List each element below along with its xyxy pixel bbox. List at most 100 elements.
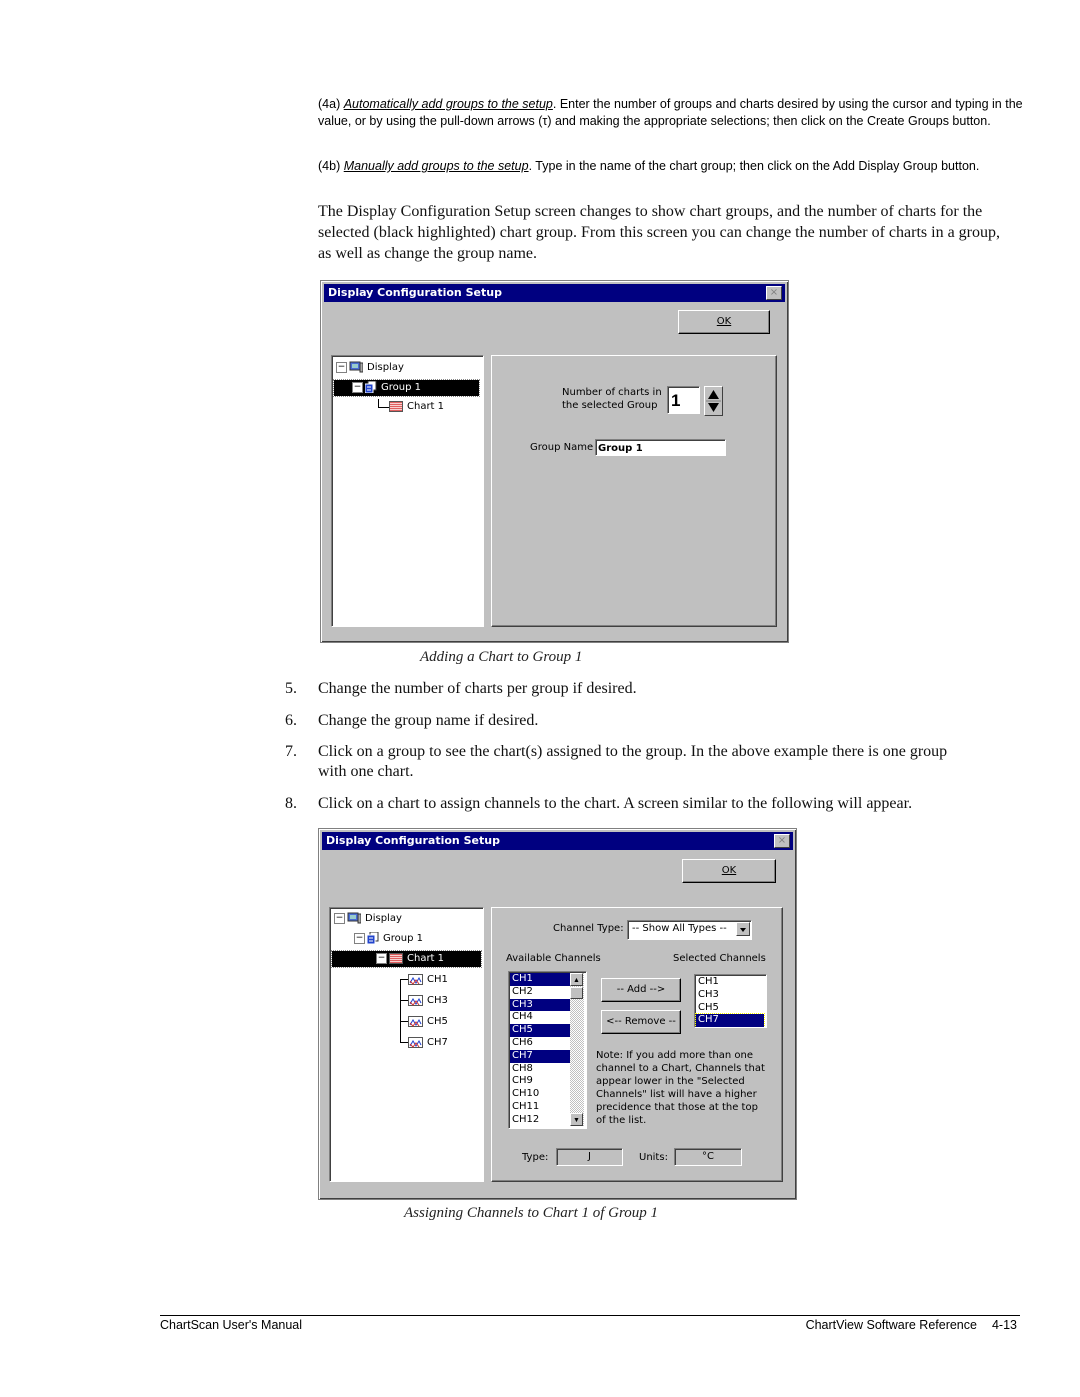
available-channel-item[interactable]: CH8 xyxy=(510,1063,570,1076)
tree-label: CH3 xyxy=(427,995,448,1006)
tree-connector-line xyxy=(400,980,401,1043)
scroll-down-button[interactable]: ▼ xyxy=(570,1113,583,1126)
close-button[interactable]: × xyxy=(774,834,790,848)
group-icon xyxy=(366,931,379,945)
tree-item-chart-1[interactable]: Chart 1 xyxy=(378,399,444,415)
tree-label: CH1 xyxy=(427,974,448,985)
auto-add-groups-link[interactable]: Automatically add groups to the setup xyxy=(344,97,553,111)
channel-icon xyxy=(408,994,423,1006)
tree-label: CH7 xyxy=(427,1037,448,1048)
display-icon xyxy=(347,912,362,924)
group-name-input[interactable]: Group 1 xyxy=(595,439,726,456)
tree-item-ch1[interactable]: CH1 xyxy=(400,972,448,988)
tree-connector xyxy=(400,1020,408,1022)
close-icon: × xyxy=(769,287,779,298)
collapse-icon[interactable]: − xyxy=(352,381,363,393)
available-channel-item[interactable]: CH2 xyxy=(510,986,570,999)
tree-connector xyxy=(400,999,408,1001)
selected-channel-item[interactable]: CH3 xyxy=(696,989,764,1002)
charts-count-label: Number of charts in the selected Group xyxy=(562,386,662,412)
tree-item-ch3[interactable]: CH3 xyxy=(400,993,448,1009)
selected-channels-label: Selected Channels xyxy=(673,953,766,964)
display-tree: − Display − Group 1 Chart 1 xyxy=(331,355,484,627)
tree-item-display[interactable]: − Display xyxy=(336,360,404,376)
selected-channel-item[interactable]: CH5 xyxy=(696,1002,764,1015)
tree-label: Display xyxy=(365,913,402,924)
channel-icon xyxy=(408,1036,423,1048)
available-channels-list[interactable]: CH1 CH2 CH3 CH4 CH5 CH6 CH7 CH8 CH9 CH10 CH11 CH12 … xyxy=(508,971,587,1129)
available-channels-label: Available Channels xyxy=(506,953,601,964)
collapse-icon[interactable]: − xyxy=(354,932,365,944)
available-channel-item[interactable]: CH3 xyxy=(510,998,570,1012)
figure-caption-1: Adding a Chart to Group 1 xyxy=(420,649,583,665)
available-channel-item[interactable]: CH6 xyxy=(510,1037,570,1050)
step-number: 5. xyxy=(285,680,297,697)
tree-label: Group 1 xyxy=(383,933,423,944)
selected-channels-list[interactable]: CH1 CH3 CH5 CH7 xyxy=(694,974,767,1028)
tree-connector xyxy=(378,399,389,408)
display-config-dialog-1: Display Configuration Setup × OK − Displ… xyxy=(320,280,789,643)
display-config-dialog-2: Display Configuration Setup × OK − Displ… xyxy=(318,828,797,1200)
available-channel-item[interactable]: CH4 xyxy=(510,1011,570,1024)
charts-count-spinner[interactable] xyxy=(704,386,723,416)
channel-type-select[interactable]: -- Show All Types -- xyxy=(627,920,752,940)
available-channels-scrollbar[interactable]: ▲ ▼ xyxy=(570,973,584,1126)
tree-item-group-1[interactable]: − Group 1 xyxy=(354,931,423,947)
page-number: 4-13 xyxy=(991,1318,1017,1332)
selected-channel-item[interactable]: CH1 xyxy=(696,976,764,989)
available-channel-item[interactable]: CH1 xyxy=(510,973,570,986)
collapse-icon[interactable]: − xyxy=(336,361,347,373)
tree-item-display[interactable]: − Display xyxy=(334,911,402,927)
tree-item-group-1[interactable]: − Group 1 xyxy=(333,379,480,397)
step-label: (4b) xyxy=(318,159,341,173)
tree-item-chart-1[interactable]: − Chart 1 xyxy=(331,950,482,968)
spinner-arrows-icon xyxy=(706,390,721,412)
selected-channel-item[interactable]: CH7 xyxy=(695,1013,765,1027)
chart-icon xyxy=(389,952,403,964)
available-channel-item[interactable]: CH11 xyxy=(510,1101,570,1114)
label-line: Number of charts in xyxy=(562,387,662,398)
tree-item-ch5[interactable]: CH5 xyxy=(400,1014,448,1030)
paragraph-4b: (4b) Manually add groups to the setup. T… xyxy=(318,158,1023,175)
arrow-down-icon: ▼ xyxy=(573,1116,580,1124)
dialog-titlebar: Display Configuration Setup × xyxy=(324,284,785,302)
collapse-icon[interactable]: − xyxy=(334,912,345,924)
step-text: Click on a chart to assign channels to t… xyxy=(318,795,913,812)
channel-icon xyxy=(408,1015,423,1027)
group-name-label: Group Name xyxy=(530,442,594,453)
available-channel-item[interactable]: CH10 xyxy=(510,1088,570,1101)
ok-button[interactable]: OK xyxy=(682,859,776,883)
manual-add-groups-link[interactable]: Manually add groups to the setup xyxy=(344,159,529,173)
channel-icon xyxy=(408,973,423,985)
type-value-field: J xyxy=(556,1148,623,1166)
step-8: 8. Click on a chart to assign channels to… xyxy=(285,794,1025,814)
footer-manual-title: ChartScan User's Manual xyxy=(160,1318,303,1332)
step-number: 7. xyxy=(285,743,297,760)
dialog-title: Display Configuration Setup xyxy=(326,834,500,847)
add-button[interactable]: -- Add --> xyxy=(601,978,681,1002)
footer-section: ChartView Software Reference 4-13 xyxy=(806,1318,1017,1332)
tree-label: Chart 1 xyxy=(407,401,445,412)
available-channel-item[interactable]: CH5 xyxy=(510,1024,570,1037)
collapse-icon[interactable]: − xyxy=(376,952,387,964)
close-icon: × xyxy=(777,835,787,846)
close-button[interactable]: × xyxy=(766,286,782,300)
charts-count-input[interactable]: 1 xyxy=(667,386,700,414)
ok-button[interactable]: OK xyxy=(678,310,770,334)
step-text: Change the group name if desired. xyxy=(318,712,539,729)
available-channel-item[interactable]: CH7 xyxy=(510,1049,570,1063)
tree-label: Chart 1 xyxy=(407,953,445,964)
body-paragraph: The Display Configuration Setup screen c… xyxy=(318,203,1000,262)
dialog-title: Display Configuration Setup xyxy=(328,286,502,299)
remove-button[interactable]: <-- Remove -- xyxy=(601,1010,681,1034)
available-channel-item[interactable]: CH9 xyxy=(510,1075,570,1088)
paragraph-text: . Type in the name of the chart group; t… xyxy=(528,159,980,173)
ok-label: OK xyxy=(721,865,737,876)
available-channel-item[interactable]: CH12 xyxy=(510,1114,570,1127)
scroll-thumb[interactable] xyxy=(570,987,583,999)
precedence-note: Note: If you add more than one channel t… xyxy=(596,1050,765,1126)
dropdown-button[interactable] xyxy=(736,922,750,936)
step-text: Click on a group to see the chart(s) ass… xyxy=(318,743,948,760)
scroll-up-button[interactable]: ▲ xyxy=(570,973,583,986)
tree-item-ch7[interactable]: CH7 xyxy=(400,1035,448,1051)
